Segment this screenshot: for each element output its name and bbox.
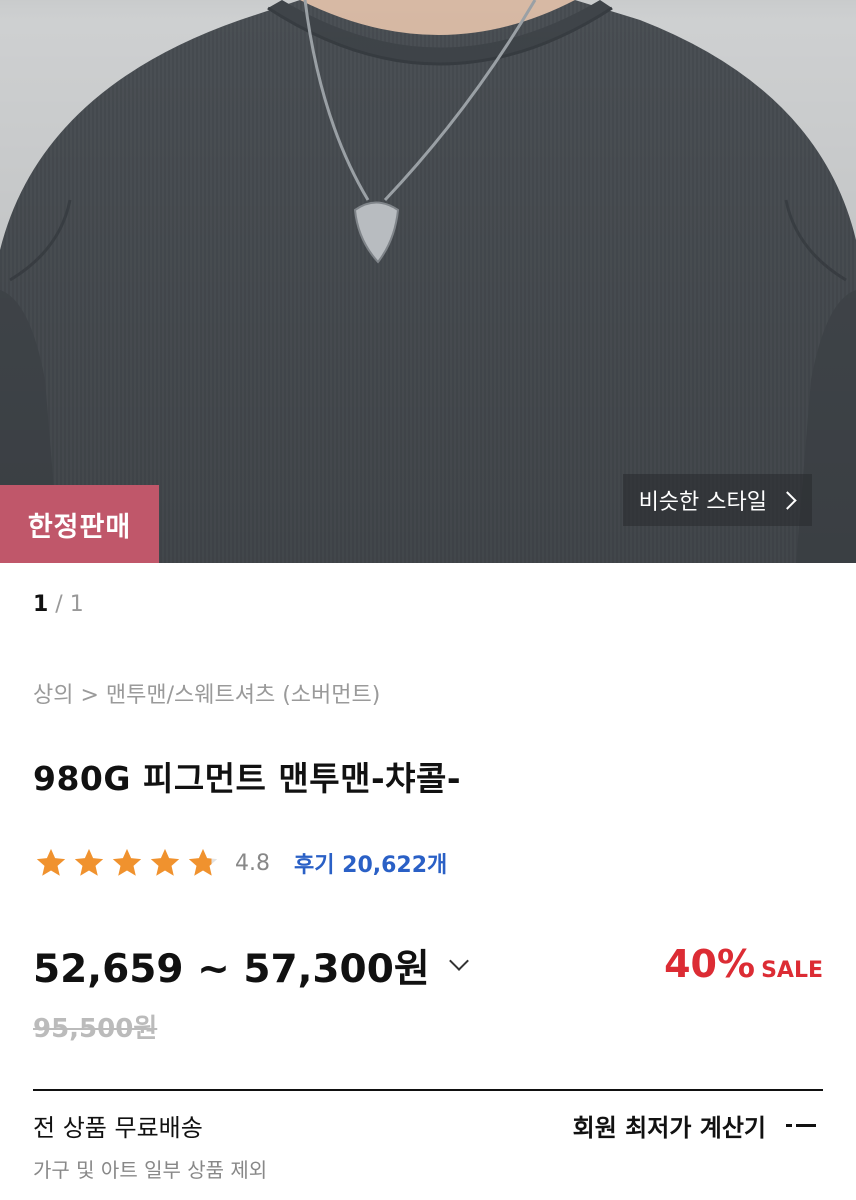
similar-style-label: 비슷한 스타일 [638,490,767,515]
star-half-icon [188,848,218,876]
pager-total: 1 [69,592,84,617]
dash-icon [786,1124,816,1127]
price-row: 52,659 ~ 57,300원 40% SALE [33,938,823,994]
original-price: 95,500원 [33,1014,158,1044]
star-icon [150,848,180,876]
star-icon [74,848,104,876]
chevron-down-icon[interactable] [448,951,469,971]
price-range-toggle[interactable]: 52,659 ~ 57,300원 [33,938,469,994]
image-pager: 1 / 1 [33,592,84,617]
chevron-right-icon [778,490,797,510]
divider [33,1089,823,1091]
free-shipping-title: 전 상품 무료배송 [33,1114,203,1142]
similar-style-button[interactable]: 비슷한 스타일 [622,474,812,526]
breadcrumb[interactable]: 상의 > 맨투맨/스웨트셔츠 (소버먼트) [33,677,380,709]
rating-value: 4.8 [235,850,270,876]
star-rating [33,846,221,880]
star-icon [36,848,66,876]
pager-separator: / [48,592,70,617]
price-range: 52,659 ~ 57,300원 [33,947,430,992]
product-image[interactable]: 한정판매 비슷한 스타일 [0,0,856,563]
discount-percent: 40% [664,942,756,986]
lowest-price-calculator-button[interactable]: 회원 최저가 계산기 [573,1108,816,1143]
star-icon [112,848,142,876]
pager-current: 1 [33,592,49,617]
sale-label: SALE [761,958,823,983]
discount-badge: 40% SALE [664,942,823,986]
review-count-link[interactable]: 후기 20,622개 [294,847,447,879]
free-shipping-note: 가구 및 아트 일부 상품 제외 [33,1158,268,1182]
calculator-label: 회원 최저가 계산기 [572,1114,766,1142]
rating-row: 4.8 후기 20,622개 [33,845,447,881]
limited-sale-badge: 한정판매 [0,485,159,563]
product-title: 980G 피그먼트 맨투맨-챠콜- [33,759,462,798]
